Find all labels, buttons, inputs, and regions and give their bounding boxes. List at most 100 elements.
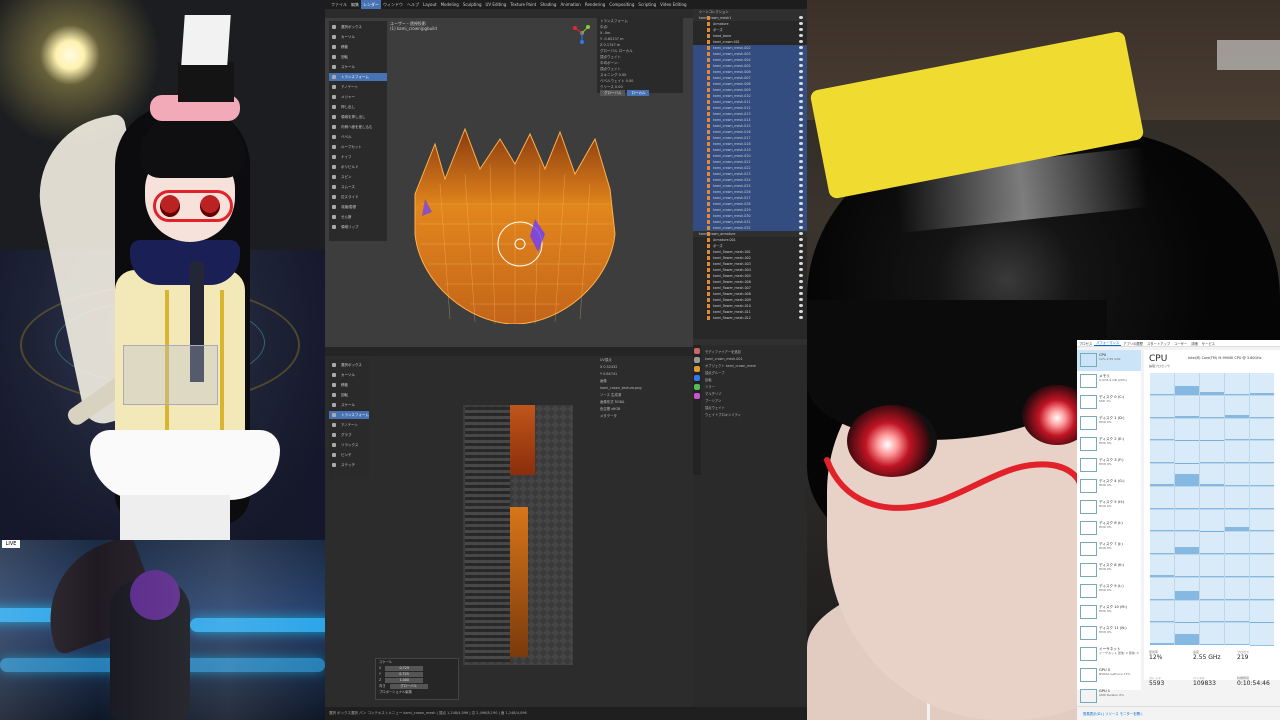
visibility-eye-icon[interactable] (799, 316, 803, 319)
visibility-eye-icon[interactable] (799, 208, 803, 211)
tool-button[interactable]: スケール (329, 63, 387, 71)
uv-tool-button[interactable]: 移動 (329, 381, 369, 389)
visibility-eye-icon[interactable] (799, 16, 803, 19)
visibility-eye-icon[interactable] (799, 148, 803, 151)
tool-button[interactable]: スピン (329, 173, 387, 181)
tool-button[interactable]: ベベル (329, 133, 387, 141)
visibility-eye-icon[interactable] (799, 58, 803, 61)
visibility-eye-icon[interactable] (799, 184, 803, 187)
visibility-eye-icon[interactable] (799, 292, 803, 295)
visibility-eye-icon[interactable] (799, 88, 803, 91)
uv-tool-button[interactable]: トランスフォーム (329, 411, 369, 419)
resource-item[interactable]: CPU 12% 2.55 GHz (1077, 350, 1141, 371)
tool-button[interactable]: スムーズ (329, 183, 387, 191)
menu-item[interactable]: ウィンドウ (381, 0, 405, 9)
menu-item[interactable]: Modeling (439, 0, 461, 9)
task-manager-tab[interactable]: ユーザー (1172, 341, 1189, 346)
menu-item[interactable]: 編集 (349, 0, 361, 9)
visibility-eye-icon[interactable] (799, 298, 803, 301)
tool-button[interactable]: 移動 (329, 43, 387, 51)
visibility-eye-icon[interactable] (799, 244, 803, 247)
visibility-eye-icon[interactable] (799, 286, 803, 289)
outliner-row[interactable]: kami_flower_mesh.012 (693, 315, 807, 321)
visibility-eye-icon[interactable] (799, 64, 803, 67)
tool-button[interactable]: 内側へ面を差し込む (329, 123, 387, 131)
redo-value-field[interactable]: 0.729 (385, 665, 424, 671)
visibility-eye-icon[interactable] (799, 178, 803, 181)
tool-button[interactable]: ナイフ (329, 153, 387, 161)
task-manager-footer[interactable]: 簡易表示(D) | リソース モニターを開く (1077, 706, 1280, 720)
npanel-tab[interactable]: グローバル (600, 90, 626, 96)
visibility-eye-icon[interactable] (799, 76, 803, 79)
tool-button[interactable]: ループカット (329, 143, 387, 151)
3d-viewport[interactable]: ユーザー・透視投影 (1) kami_crown|pgbuild 選択ボックスカ… (325, 9, 693, 347)
tool-button[interactable]: 辺スライド (329, 193, 387, 201)
uv-tool-button[interactable]: スケール (329, 401, 369, 409)
menu-item[interactable]: UV Editing (484, 0, 509, 9)
tool-button[interactable]: カーソル (329, 33, 387, 41)
visibility-eye-icon[interactable] (799, 22, 803, 25)
crown-mesh[interactable] (410, 124, 620, 324)
tool-button[interactable]: 回転 (329, 53, 387, 61)
visibility-eye-icon[interactable] (799, 190, 803, 193)
visibility-eye-icon[interactable] (799, 28, 803, 31)
visibility-eye-icon[interactable] (799, 154, 803, 157)
resource-item[interactable]: ディスク 6 (I:) HDD 0% (1077, 518, 1141, 539)
data-tab-icon[interactable] (694, 384, 700, 390)
uv-tool-button[interactable]: アノテート (329, 421, 369, 429)
task-manager-tab[interactable]: 詳細 (1189, 341, 1200, 346)
visibility-eye-icon[interactable] (799, 34, 803, 37)
tool-button[interactable]: 押し出し (329, 103, 387, 111)
visibility-eye-icon[interactable] (799, 130, 803, 133)
visibility-eye-icon[interactable] (799, 136, 803, 139)
navigation-gizmo[interactable] (571, 22, 593, 44)
tool-button[interactable]: せん断 (329, 213, 387, 221)
tool-button[interactable]: ポリビルド (329, 163, 387, 171)
visibility-eye-icon[interactable] (799, 46, 803, 49)
visibility-eye-icon[interactable] (799, 268, 803, 271)
visibility-eye-icon[interactable] (799, 124, 803, 127)
material-tab-icon[interactable] (694, 393, 700, 399)
uv-islands[interactable] (465, 407, 510, 662)
render-tab-icon[interactable] (694, 357, 700, 363)
tool-tab-icon[interactable] (694, 348, 700, 354)
menu-item[interactable]: Rendering (583, 0, 607, 9)
visibility-eye-icon[interactable] (799, 172, 803, 175)
modifier-tab-icon[interactable] (694, 375, 700, 381)
resource-item[interactable]: ディスク 5 (H:) HDD 0% (1077, 497, 1141, 518)
tool-button[interactable]: アノテート (329, 83, 387, 91)
menu-item[interactable]: Texture Paint (508, 0, 538, 9)
menu-item[interactable]: Sculpting (461, 0, 484, 9)
uv-tool-button[interactable]: 選択ボックス (329, 361, 369, 369)
visibility-eye-icon[interactable] (799, 160, 803, 163)
visibility-eye-icon[interactable] (799, 226, 803, 229)
resource-item[interactable]: ディスク 2 (E:) HDD 0% (1077, 434, 1141, 455)
resource-item[interactable]: GPU 0 NVIDIA GeForce 13% (1077, 665, 1141, 686)
task-manager-tab[interactable]: スタートアップ (1145, 341, 1172, 346)
visibility-eye-icon[interactable] (799, 256, 803, 259)
menu-item[interactable]: Scripting (636, 0, 658, 9)
resource-item[interactable]: ディスク 7 (J:) HDD 0% (1077, 539, 1141, 560)
visibility-eye-icon[interactable] (799, 196, 803, 199)
visibility-eye-icon[interactable] (799, 112, 803, 115)
visibility-eye-icon[interactable] (799, 280, 803, 283)
resource-item[interactable]: ディスク 3 (F:) HDD 0% (1077, 455, 1141, 476)
visibility-eye-icon[interactable] (799, 220, 803, 223)
visibility-eye-icon[interactable] (799, 304, 803, 307)
uv-tool-button[interactable]: リラックス (329, 441, 369, 449)
resource-item[interactable]: ディスク 10 (M:) HDD 0% (1077, 602, 1141, 623)
resource-item[interactable]: ディスク 11 (N:) HDD 0% (1077, 623, 1141, 644)
redo-value-field[interactable]: 0.729 (385, 671, 424, 677)
visibility-eye-icon[interactable] (799, 52, 803, 55)
visibility-eye-icon[interactable] (799, 238, 803, 241)
uv-tool-button[interactable]: グラブ (329, 431, 369, 439)
visibility-eye-icon[interactable] (799, 70, 803, 73)
visibility-eye-icon[interactable] (799, 310, 803, 313)
tool-button[interactable]: トランスフォーム (329, 73, 387, 81)
tool-button[interactable]: 選択ボックス (329, 23, 387, 31)
resource-item[interactable]: メモリ 9.4/31.9 GB (29%) (1077, 371, 1141, 392)
tool-button[interactable]: 領域リップ (329, 223, 387, 231)
tool-button[interactable]: 領域を押し出し (329, 113, 387, 121)
task-manager-tab[interactable]: プロセス (1077, 341, 1094, 346)
task-manager-tab[interactable]: パフォーマンス (1094, 340, 1122, 346)
